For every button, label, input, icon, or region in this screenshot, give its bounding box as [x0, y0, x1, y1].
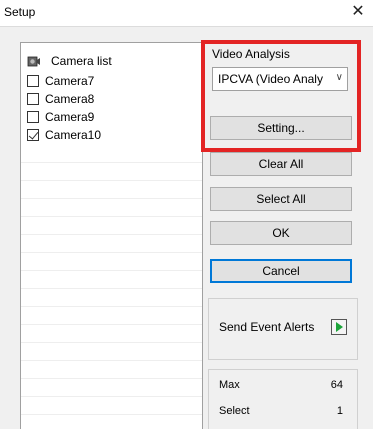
- camera-checkbox[interactable]: [27, 111, 39, 123]
- camera-checkbox[interactable]: [27, 129, 39, 141]
- list-row-divider: [21, 324, 202, 325]
- camera-item-label: Camera9: [45, 110, 95, 124]
- camera-item-camera10[interactable]: Camera10: [25, 127, 195, 143]
- max-label: Max: [219, 379, 240, 391]
- camera-list-header: Camera list: [25, 53, 195, 71]
- camera-checkbox[interactable]: [27, 75, 39, 87]
- camera-item-camera7[interactable]: Camera7: [25, 73, 195, 89]
- list-row-divider: [21, 288, 202, 289]
- list-row-divider: [21, 378, 202, 379]
- close-button[interactable]: ✕: [349, 2, 367, 22]
- list-row-divider: [21, 306, 202, 307]
- camera-checkbox[interactable]: [27, 93, 39, 105]
- camera-item-label: Camera7: [45, 74, 95, 88]
- list-row-divider: [21, 198, 202, 199]
- max-value: 64: [330, 379, 343, 391]
- list-row-divider: [21, 360, 202, 361]
- list-row-divider: [21, 396, 202, 397]
- select-label: Select: [219, 405, 250, 417]
- window-title: Setup: [4, 5, 36, 19]
- send-event-alerts-label: Send Event Alerts: [219, 320, 315, 334]
- list-row-divider: [21, 270, 202, 271]
- select-all-button[interactable]: Select All: [210, 187, 352, 211]
- camera-item-camera8[interactable]: Camera8: [25, 91, 195, 107]
- cancel-button[interactable]: Cancel: [210, 259, 352, 283]
- ok-button[interactable]: OK: [210, 221, 352, 245]
- title-bar: Setup ✕: [0, 0, 373, 26]
- camera-list-label: Camera list: [51, 54, 112, 68]
- dialog-body: Camera list Camera7 Camera8 Camera9 Came…: [0, 26, 373, 429]
- select-value: 1: [336, 405, 343, 417]
- list-row-divider: [21, 162, 202, 163]
- clear-all-button[interactable]: Clear All: [210, 152, 352, 176]
- list-row-divider: [21, 252, 202, 253]
- camera-item-camera9[interactable]: Camera9: [25, 109, 195, 125]
- stats-box: Max 64 Select 1: [208, 369, 358, 429]
- list-row-divider: [21, 234, 202, 235]
- event-alerts-box: Send Event Alerts: [208, 298, 358, 360]
- camera-list-panel[interactable]: Camera list Camera7 Camera8 Camera9 Came…: [20, 42, 203, 429]
- camera-icon: [27, 56, 40, 67]
- video-analysis-highlight: [201, 40, 361, 152]
- play-arrow-icon[interactable]: [331, 319, 347, 335]
- camera-item-label: Camera8: [45, 92, 95, 106]
- list-row-divider: [21, 216, 202, 217]
- list-row-divider: [21, 180, 202, 181]
- list-row-divider: [21, 342, 202, 343]
- camera-item-label: Camera10: [45, 128, 102, 142]
- list-row-divider: [21, 414, 202, 415]
